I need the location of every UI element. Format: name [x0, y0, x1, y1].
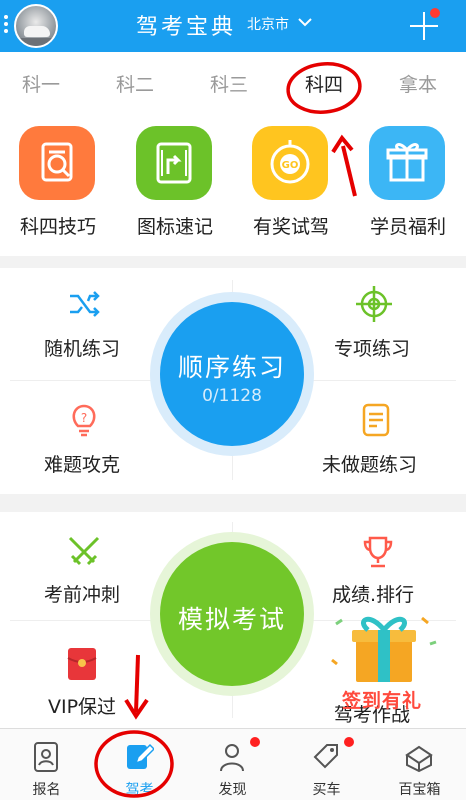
feature-signs[interactable]: 图标速记	[117, 116, 233, 256]
price-tag-icon	[313, 744, 338, 769]
feature-test-drive-label: 有奖试驾	[252, 216, 329, 238]
trophy-icon	[363, 536, 393, 568]
mock-exam-title: 模拟考试	[177, 605, 286, 634]
feature-grid: 科四技巧 图标速记 GO 有奖试驾 学员福利	[0, 116, 466, 256]
nav-toolbox-label: 百宝箱	[398, 782, 441, 798]
menu-dots-icon[interactable]	[4, 15, 10, 37]
shuffle-icon	[70, 291, 100, 317]
avatar[interactable]	[14, 4, 58, 48]
nav-signup-label: 报名	[32, 782, 61, 798]
edit-doc-icon	[127, 743, 154, 769]
treasure-box-icon	[405, 745, 433, 773]
nav-signup[interactable]: 报名	[0, 729, 93, 800]
tab-ke-si[interactable]: 科四	[305, 70, 343, 97]
difficult-practice-label: 难题攻克	[44, 454, 121, 476]
certificate-search-icon	[19, 126, 95, 200]
mock-exam-button[interactable]: 模拟考试	[160, 542, 304, 686]
vip-label: VIP保过	[48, 696, 117, 718]
feature-welfare[interactable]: 学员福利	[350, 116, 466, 256]
gift-box-icon	[369, 126, 445, 200]
signin-label: 签到有礼	[342, 690, 423, 712]
sequential-practice-button[interactable]: 顺序练习 0/1128	[160, 302, 304, 446]
sequential-progress: 0/1128	[202, 386, 262, 406]
difficult-practice[interactable]: ? 难题攻克	[30, 402, 180, 482]
nav-buy-car-label: 买车	[312, 782, 341, 798]
city-selector[interactable]: 北京市	[247, 14, 289, 34]
tab-ke-yi[interactable]: 科一	[22, 70, 60, 97]
id-card-icon	[34, 742, 58, 772]
header-bar: 驾考宝典 北京市	[0, 0, 466, 52]
undone-practice-label: 未做题练习	[322, 454, 418, 476]
person-icon	[220, 744, 244, 772]
app-title: 驾考宝典	[136, 15, 237, 40]
nav-discover-label: 发现	[218, 782, 247, 798]
chevron-down-icon[interactable]	[297, 14, 313, 30]
special-practice[interactable]: 专项练习	[320, 286, 466, 366]
random-practice-label: 随机练习	[44, 338, 121, 360]
bottom-nav: 报名 驾考 发现 买车 百宝箱	[0, 728, 466, 800]
lightbulb-icon: ?	[72, 404, 96, 437]
svg-text:?: ?	[81, 411, 87, 425]
tab-ke-san[interactable]: 科三	[210, 70, 248, 97]
nav-toolbox[interactable]: 百宝箱	[373, 729, 466, 800]
document-icon	[362, 403, 390, 437]
sequential-title: 顺序练习	[177, 353, 286, 382]
undone-practice[interactable]: 未做题练习	[322, 402, 466, 482]
sprint-label: 考前冲刺	[44, 584, 121, 606]
badge-dot	[344, 737, 354, 747]
crossed-swords-icon	[68, 536, 100, 566]
signin-gift[interactable]: 签到有礼	[322, 604, 444, 714]
special-practice-label: 专项练习	[334, 338, 411, 360]
practice-panel: 随机练习 专项练习 ? 难题攻克 未做题练习 顺序练习 0/1128	[0, 268, 466, 494]
subject-tabs: 科一 科二 科三 科四 拿本	[0, 52, 466, 116]
tab-na-ben[interactable]: 拿本	[399, 70, 437, 97]
nav-driving-test[interactable]: 驾考	[93, 729, 186, 800]
svg-text:GO: GO	[282, 160, 299, 171]
feature-welfare-label: 学员福利	[369, 216, 446, 238]
go-steering-icon: GO	[252, 126, 328, 200]
nav-discover[interactable]: 发现	[186, 729, 279, 800]
badge-dot	[250, 737, 260, 747]
nav-driving-test-label: 驾考	[125, 782, 154, 798]
road-sign-icon	[136, 126, 212, 200]
ranking-label: 成绩.排行	[332, 584, 415, 606]
feature-tips[interactable]: 科四技巧	[0, 116, 116, 256]
feature-signs-label: 图标速记	[136, 216, 213, 238]
feature-tips-label: 科四技巧	[19, 216, 96, 238]
ranking[interactable]: 成绩.排行	[324, 534, 466, 614]
target-icon	[356, 286, 392, 322]
feature-test-drive[interactable]: GO 有奖试驾	[233, 116, 349, 256]
notification-badge	[430, 8, 440, 18]
nav-buy-car[interactable]: 买车	[280, 729, 373, 800]
red-envelope-icon	[67, 648, 97, 680]
tab-ke-er[interactable]: 科二	[116, 70, 154, 97]
